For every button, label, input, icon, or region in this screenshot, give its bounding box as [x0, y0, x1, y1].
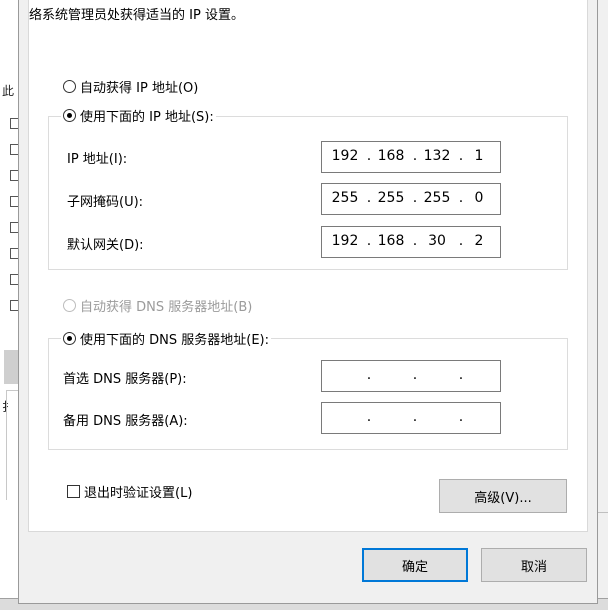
octet-separator: . — [366, 190, 372, 206]
auto-dns-radio[interactable]: 自动获得 DNS 服务器地址(B) — [63, 296, 252, 315]
octet-separator: . — [412, 409, 418, 425]
subnet-mask-input[interactable]: 255 . 255 . 255 . 0 — [321, 183, 501, 215]
ok-button[interactable]: 确定 — [362, 548, 468, 582]
manual-dns-radio[interactable]: 使用下面的 DNS 服务器地址(E): — [61, 329, 271, 348]
default-gateway-input[interactable]: 192 . 168 . 30 . 2 — [321, 226, 501, 258]
mask-octet-1: 255 — [331, 190, 359, 206]
validate-on-exit-checkbox[interactable]: 退出时验证设置(L) — [67, 482, 192, 501]
mask-octet-2: 255 — [377, 190, 405, 206]
octet-separator: . — [412, 148, 418, 164]
manual-ip-radio-label: 使用下面的 IP 地址(S): — [80, 110, 214, 125]
ip-address-label: IP 地址(I): — [67, 152, 128, 167]
gateway-octet-2: 168 — [377, 233, 405, 249]
ip-octet-1: 192 — [331, 148, 359, 164]
octet-separator: . — [458, 367, 464, 383]
auto-dns-radio-label: 自动获得 DNS 服务器地址(B) — [80, 300, 253, 315]
alternate-dns-input[interactable]: . . . — [321, 402, 501, 434]
manual-ip-radio-circle[interactable] — [63, 109, 76, 122]
background-checkbox — [10, 248, 18, 259]
background-frame — [6, 390, 18, 500]
manual-ip-radio[interactable]: 使用下面的 IP 地址(S): — [61, 106, 216, 125]
manual-dns-radio-label: 使用下面的 DNS 服务器地址(E): — [80, 333, 269, 348]
preferred-dns-input[interactable]: . . . — [321, 360, 501, 392]
ip-address-input[interactable]: 192 . 168 . 132 . 1 — [321, 141, 501, 173]
background-checkbox — [10, 274, 18, 285]
octet-separator: . — [412, 233, 418, 249]
ipv4-properties-dialog: 络系统管理员处获得适当的 IP 设置。 自动获得 IP 地址(O) 使用下面的 … — [18, 0, 598, 604]
background-checkbox — [10, 144, 18, 155]
background-text-fragment: 此 — [2, 84, 15, 98]
auto-ip-radio-circle[interactable] — [63, 80, 76, 93]
octet-separator: . — [366, 148, 372, 164]
preferred-dns-label: 首选 DNS 服务器(P): — [63, 372, 187, 387]
advanced-button[interactable]: 高级(V)... — [439, 479, 567, 513]
ip-octet-2: 168 — [377, 148, 405, 164]
gateway-octet-3: 30 — [428, 233, 446, 249]
mask-octet-3: 255 — [423, 190, 451, 206]
auto-dns-radio-circle[interactable] — [63, 299, 76, 312]
validate-on-exit-box[interactable] — [67, 485, 80, 498]
background-button — [4, 350, 18, 384]
background-checkbox — [10, 300, 18, 311]
octet-separator: . — [366, 409, 372, 425]
ip-octet-3: 132 — [423, 148, 451, 164]
background-separator — [598, 512, 608, 513]
auto-ip-radio[interactable]: 自动获得 IP 地址(O) — [63, 77, 198, 96]
mask-octet-4: 0 — [474, 190, 484, 206]
validate-on-exit-label: 退出时验证设置(L) — [84, 486, 193, 501]
octet-separator: . — [412, 190, 418, 206]
general-tab-panel: 络系统管理员处获得适当的 IP 设置。 自动获得 IP 地址(O) 使用下面的 … — [28, 0, 588, 532]
octet-separator: . — [412, 367, 418, 383]
background-checkbox — [10, 222, 18, 233]
manual-dns-radio-circle[interactable] — [63, 332, 76, 345]
gateway-octet-1: 192 — [331, 233, 359, 249]
gateway-octet-4: 2 — [474, 233, 484, 249]
auto-ip-radio-label: 自动获得 IP 地址(O) — [80, 81, 199, 96]
cancel-button[interactable]: 取消 — [481, 548, 587, 582]
background-checkbox — [10, 118, 18, 129]
background-window-strip: 此 扌 — [0, 0, 18, 610]
background-window-right — [598, 0, 608, 610]
octet-separator: . — [458, 409, 464, 425]
octet-separator: . — [366, 367, 372, 383]
octet-separator: . — [366, 233, 372, 249]
subnet-mask-label: 子网掩码(U): — [67, 195, 144, 210]
ip-octet-4: 1 — [474, 148, 484, 164]
alternate-dns-label: 备用 DNS 服务器(A): — [63, 414, 188, 429]
default-gateway-label: 默认网关(D): — [67, 238, 144, 253]
background-checkbox — [10, 196, 18, 207]
background-checkbox — [10, 170, 18, 181]
intro-text: 络系统管理员处获得适当的 IP 设置。 — [29, 8, 244, 23]
